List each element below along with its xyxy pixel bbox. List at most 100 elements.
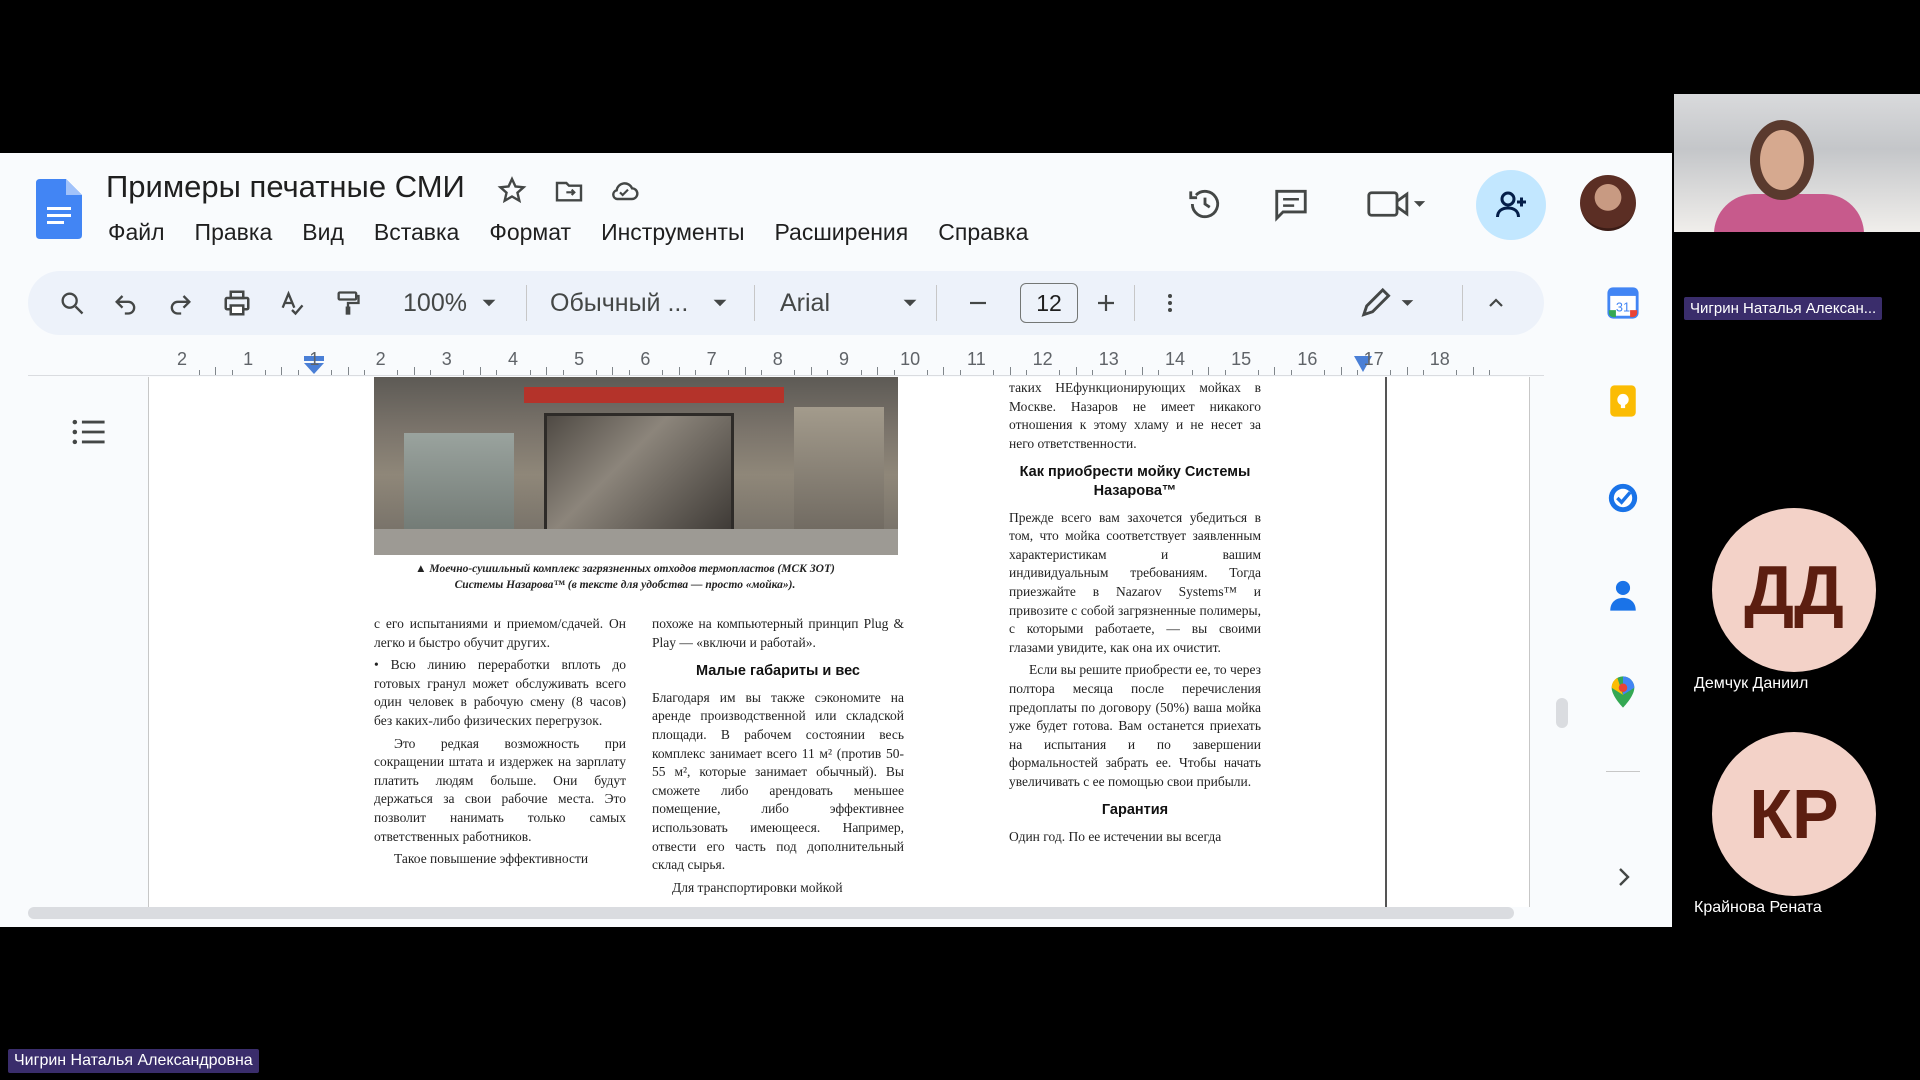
- toolbar-divider: [1462, 285, 1463, 321]
- paint-format-icon[interactable]: [334, 285, 362, 321]
- ruler-number: 6: [640, 349, 651, 369]
- menu-view[interactable]: Вид: [300, 215, 358, 249]
- ruler-tick: [1075, 367, 1077, 375]
- outline-icon[interactable]: [72, 417, 106, 447]
- page-margin-line: [1385, 377, 1387, 907]
- tasks-icon[interactable]: [1606, 481, 1640, 515]
- ruler-tick: [1456, 370, 1458, 375]
- maps-icon[interactable]: [1606, 675, 1640, 709]
- edit-mode-icon[interactable]: [1358, 285, 1422, 321]
- ruler-tick: [1340, 367, 1342, 375]
- section-heading: Как приобрести мойку Системы Назарова™: [1019, 464, 1251, 499]
- ruler-tick: [595, 370, 597, 375]
- ruler-tick: [1158, 370, 1160, 375]
- menu-tools[interactable]: Инструменты: [599, 215, 758, 249]
- cloud-status-icon[interactable]: [608, 175, 640, 207]
- docs-header: Примеры печатные СМИ Файл Правка Вид Вст…: [0, 153, 1672, 265]
- menu-format[interactable]: Формат: [487, 215, 585, 249]
- ruler-tick: [628, 370, 630, 375]
- ruler-tick: [546, 367, 548, 375]
- history-icon[interactable]: [1186, 185, 1224, 223]
- ruler-number: 1: [309, 349, 320, 369]
- menu-insert[interactable]: Вставка: [372, 215, 474, 249]
- paragraph: Если вы решите приобрести ее, то через п…: [1009, 662, 1262, 789]
- font-size-input[interactable]: 12: [1020, 283, 1078, 323]
- ruler-tick: [943, 367, 945, 375]
- ruler-tick: [1141, 367, 1143, 375]
- calendar-icon[interactable]: 31: [1606, 286, 1640, 320]
- zoom-select[interactable]: 100%: [400, 285, 500, 321]
- account-avatar[interactable]: [1580, 175, 1636, 231]
- menu-extensions[interactable]: Расширения: [772, 215, 922, 249]
- ruler-number: 16: [1297, 349, 1318, 369]
- ruler-tick: [744, 367, 746, 375]
- presenter-name-tag: Чигрин Наталья Алексан...: [1684, 297, 1883, 320]
- toolbar-divider: [526, 285, 527, 321]
- keep-icon[interactable]: [1606, 384, 1640, 418]
- ruler-tick: [215, 367, 217, 375]
- participant-avatar[interactable]: ДД: [1712, 508, 1876, 672]
- ruler-tick: [1489, 370, 1491, 375]
- ruler-tick: [1208, 367, 1210, 375]
- caption-line: Системы Назарова™ (в тексте для удобства…: [454, 579, 796, 591]
- toolbar-divider: [936, 285, 937, 321]
- paragraph: Благодаря им вы также сэкономите на арен…: [652, 689, 904, 873]
- spellcheck-icon[interactable]: [278, 285, 306, 321]
- paragraph: Это редкая возможность при сокращении шт…: [374, 735, 626, 844]
- ruler-number: 10: [900, 349, 921, 369]
- redo-icon[interactable]: [166, 285, 194, 321]
- share-button[interactable]: [1476, 170, 1546, 240]
- comments-icon[interactable]: [1272, 185, 1310, 223]
- ruler-tick: [1059, 370, 1061, 375]
- menu-help[interactable]: Справка: [936, 215, 1042, 249]
- formatting-toolbar: 100% Обычный ... Arial 12: [28, 271, 1544, 335]
- paragraph: таких НЕфункционирующих мойках в Москве.…: [1009, 380, 1261, 451]
- menu-edit[interactable]: Правка: [193, 215, 287, 249]
- meet-icon[interactable]: [1366, 187, 1428, 221]
- vertical-scrollbar[interactable]: [1556, 698, 1568, 728]
- ruler-tick: [562, 370, 564, 375]
- paragraph: Такое повышение эффективности: [394, 851, 589, 867]
- search-icon[interactable]: [58, 285, 86, 321]
- document-title[interactable]: Примеры печатные СМИ: [106, 169, 465, 205]
- ruler-number: 9: [838, 349, 850, 369]
- decrease-font-size-icon[interactable]: [966, 285, 990, 321]
- increase-font-size-icon[interactable]: [1094, 285, 1118, 321]
- menu-file[interactable]: Файл: [106, 215, 179, 249]
- paragraph-style-select[interactable]: Обычный ...: [550, 285, 750, 321]
- print-icon[interactable]: [222, 285, 252, 321]
- ruler-number: 2: [375, 349, 386, 369]
- ruler-tick: [661, 370, 663, 375]
- contacts-icon[interactable]: [1606, 578, 1640, 612]
- ruler-tick: [1357, 370, 1359, 375]
- chevron-down-icon: [482, 299, 496, 307]
- collapse-icon[interactable]: [1484, 285, 1508, 321]
- more-icon[interactable]: [1158, 285, 1182, 321]
- document-page[interactable]: ▲ Моечно-сушильный комплекс загрязненных…: [148, 377, 1530, 907]
- section-heading: Гарантия: [1101, 802, 1169, 819]
- font-select[interactable]: Arial: [780, 285, 950, 321]
- ruler-number: 3: [441, 349, 452, 369]
- ruler-tick: [364, 370, 366, 375]
- ruler-tick: [347, 367, 349, 375]
- shared-docs-window: Примеры печатные СМИ Файл Правка Вид Вст…: [0, 153, 1672, 927]
- star-icon[interactable]: [496, 175, 528, 207]
- paragraph: с его испытаниями и приемом/сдачей. Он л…: [374, 616, 626, 650]
- expand-panel-icon[interactable]: [1612, 865, 1636, 889]
- horizontal-scrollbar[interactable]: [28, 907, 1514, 919]
- docs-logo[interactable]: [36, 179, 82, 239]
- undo-icon[interactable]: [112, 285, 140, 321]
- participant-avatar[interactable]: КР: [1712, 732, 1876, 896]
- ruler-tick: [761, 370, 763, 375]
- horizontal-ruler[interactable]: 2 1 1 2 3 4 5 6 7 8 9 10 11 12 13 14 15 16 17 18: [28, 346, 1544, 376]
- menu-bar: Файл Правка Вид Вставка Формат Инструмен…: [106, 215, 1056, 249]
- ruler-tick: [231, 370, 233, 375]
- move-folder-icon[interactable]: [553, 175, 585, 207]
- document-canvas: ▲ Моечно-сушильный комплекс загрязненных…: [28, 377, 1534, 907]
- ruler-tick: [893, 370, 895, 375]
- ruler-tick: [1472, 367, 1474, 375]
- ruler-tick: [1323, 370, 1325, 375]
- presenter-camera-tile[interactable]: [1674, 94, 1920, 232]
- side-panel-divider: [1606, 771, 1640, 772]
- meeting-stage: Примеры печатные СМИ Файл Правка Вид Вст…: [0, 0, 1920, 1080]
